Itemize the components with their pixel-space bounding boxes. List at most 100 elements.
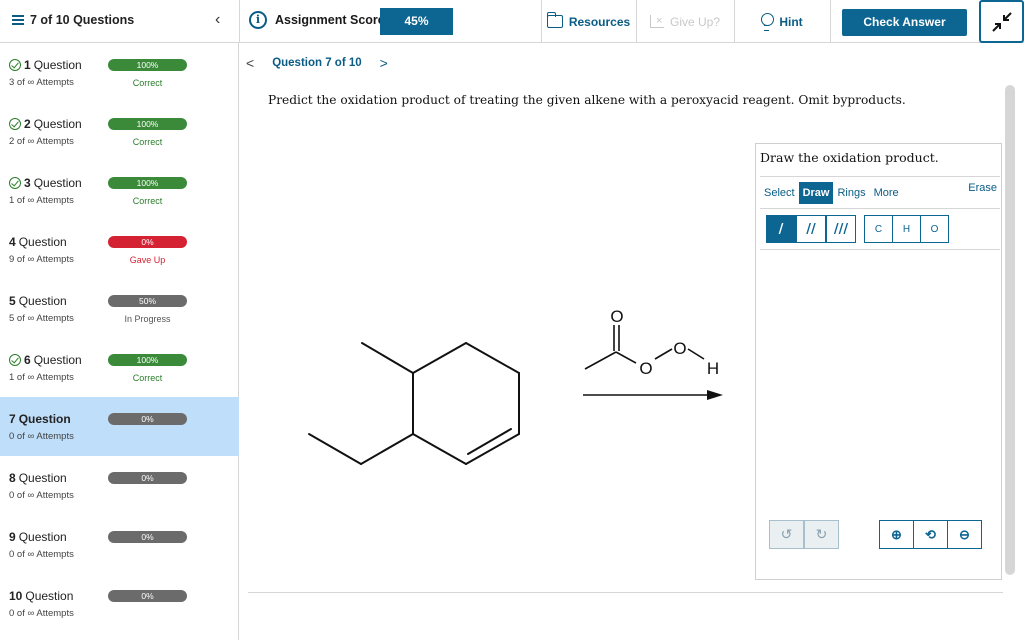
zoom-tools: ⊕ ⟲ ⊖ bbox=[879, 520, 982, 549]
question-label: Question bbox=[18, 471, 67, 485]
question-status: Correct bbox=[132, 373, 163, 383]
check-circle-icon bbox=[9, 354, 21, 366]
give-up-button[interactable]: Give Up? bbox=[636, 0, 734, 43]
question-number: 9 bbox=[9, 530, 16, 544]
question-list-toggle[interactable]: 7 of 10 Questions bbox=[12, 13, 134, 27]
question-title: 5 Question bbox=[9, 294, 67, 308]
main-content: < Question 7 of 10 > Predict the oxidati… bbox=[240, 43, 1024, 640]
sidebar-question-item[interactable]: 5 Question 5 of ∞ Attempts 50% In Progress bbox=[0, 279, 239, 338]
assignment-score: i Assignment Score: bbox=[249, 11, 389, 29]
tab-draw[interactable]: Draw bbox=[798, 181, 834, 204]
redo-icon[interactable]: ↻ bbox=[804, 520, 839, 549]
progress-label: 7 of 10 Questions bbox=[30, 13, 135, 27]
oxygen-label: O bbox=[610, 307, 623, 326]
score-bar: 50% bbox=[108, 295, 187, 307]
question-title: 8 Question bbox=[9, 471, 67, 485]
sidebar-question-item[interactable]: 9 Question 0 of ∞ Attempts 0% bbox=[0, 515, 239, 574]
question-number: 7 bbox=[9, 412, 16, 426]
question-number: 6 bbox=[24, 353, 31, 367]
question-number: 3 bbox=[24, 176, 31, 190]
oxygen-atom-button[interactable]: O bbox=[920, 215, 949, 243]
hint-button[interactable]: Hint bbox=[734, 0, 830, 43]
score-label: Assignment Score: bbox=[275, 13, 389, 27]
sidebar-question-item[interactable]: 8 Question 0 of ∞ Attempts 0% bbox=[0, 456, 239, 515]
question-title: 6 Question bbox=[9, 353, 82, 367]
check-circle-icon bbox=[9, 177, 21, 189]
check-circle-icon bbox=[9, 59, 21, 71]
zoom-in-icon[interactable]: ⊕ bbox=[879, 520, 914, 549]
attempts-count: 2 of ∞ Attempts bbox=[9, 136, 74, 147]
sidebar-question-item[interactable]: 1 Question 3 of ∞ Attempts 100% Correct bbox=[0, 43, 239, 102]
divider bbox=[830, 0, 831, 43]
sidebar-question-item[interactable]: 2 Question 2 of ∞ Attempts 100% Correct bbox=[0, 102, 239, 161]
attempts-count: 1 of ∞ Attempts bbox=[9, 195, 74, 206]
undo-icon[interactable]: ↺ bbox=[769, 520, 804, 549]
sidebar-question-item[interactable]: 4 Question 9 of ∞ Attempts 0% Gave Up bbox=[0, 220, 239, 279]
hydrogen-atom-button[interactable]: H bbox=[892, 215, 921, 243]
resources-button[interactable]: Resources bbox=[541, 0, 636, 43]
question-status: In Progress bbox=[124, 314, 171, 324]
attempts-count: 5 of ∞ Attempts bbox=[9, 313, 74, 324]
tab-rings[interactable]: Rings bbox=[833, 182, 869, 204]
double-bond-button[interactable]: // bbox=[796, 215, 826, 243]
lightbulb-icon bbox=[761, 13, 775, 31]
attempts-count: 1 of ∞ Attempts bbox=[9, 372, 74, 383]
question-number: 8 bbox=[9, 471, 16, 485]
question-label: Question bbox=[18, 412, 71, 426]
attempts-count: 0 of ∞ Attempts bbox=[9, 549, 74, 560]
info-icon[interactable]: i bbox=[249, 11, 267, 29]
scrollbar[interactable] bbox=[1005, 85, 1015, 575]
hint-label: Hint bbox=[779, 14, 803, 29]
question-number: 10 bbox=[9, 589, 23, 603]
question-title: 1 Question bbox=[9, 58, 82, 72]
attempts-count: 0 of ∞ Attempts bbox=[9, 490, 74, 501]
question-number: 2 bbox=[24, 117, 31, 131]
score-bar: 100% bbox=[108, 177, 187, 189]
tab-select[interactable]: Select bbox=[760, 182, 799, 204]
question-title: 3 Question bbox=[9, 176, 82, 190]
divider bbox=[239, 0, 240, 43]
question-label: Question bbox=[33, 117, 82, 131]
list-icon bbox=[12, 15, 24, 25]
folder-icon bbox=[546, 12, 563, 28]
sidebar-question-item[interactable]: 7 Question 0 of ∞ Attempts 0% bbox=[0, 397, 239, 456]
carbon-atom-button[interactable]: C bbox=[864, 215, 893, 243]
erase-button[interactable]: Erase bbox=[968, 182, 997, 194]
app: 7 of 10 Questions ‹ i Assignment Score: … bbox=[0, 0, 1024, 640]
check-circle-icon bbox=[9, 118, 21, 130]
bond-tools: / // /// bbox=[766, 215, 856, 243]
oxygen-label: O bbox=[673, 339, 686, 358]
reaction-scheme: O O O H bbox=[308, 307, 723, 465]
question-title: 2 Question bbox=[9, 117, 82, 131]
score-badge: 45% bbox=[380, 8, 453, 35]
tab-more[interactable]: More bbox=[870, 182, 903, 204]
question-status: Gave Up bbox=[129, 255, 166, 265]
collapse-button[interactable] bbox=[979, 0, 1024, 43]
top-bar: 7 of 10 Questions ‹ i Assignment Score: … bbox=[0, 0, 1024, 43]
question-number: 5 bbox=[9, 294, 16, 308]
hydrogen-label: H bbox=[707, 359, 719, 378]
triple-bond-button[interactable]: /// bbox=[826, 215, 856, 243]
score-bar: 100% bbox=[108, 59, 187, 71]
single-bond-button[interactable]: / bbox=[766, 215, 796, 243]
attempts-count: 9 of ∞ Attempts bbox=[9, 254, 74, 265]
question-number: 4 bbox=[9, 235, 16, 249]
zoom-out-icon[interactable]: ⊖ bbox=[947, 520, 982, 549]
check-answer-button[interactable]: Check Answer bbox=[842, 9, 967, 36]
question-title: 7 Question bbox=[9, 412, 71, 426]
question-label: Question bbox=[33, 58, 82, 72]
draw-panel-title: Draw the oxidation product. bbox=[760, 150, 939, 165]
question-label: Question bbox=[25, 589, 74, 603]
history-tools: ↺ ↻ bbox=[769, 520, 839, 549]
score-bar: 0% bbox=[108, 236, 187, 248]
sidebar-question-item[interactable]: 3 Question 1 of ∞ Attempts 100% Correct bbox=[0, 161, 239, 220]
collapse-sidebar-icon[interactable]: ‹ bbox=[215, 10, 229, 30]
sidebar-question-item[interactable]: 6 Question 1 of ∞ Attempts 100% Correct bbox=[0, 338, 239, 397]
question-title: 9 Question bbox=[9, 530, 67, 544]
attempts-count: 3 of ∞ Attempts bbox=[9, 77, 74, 88]
score-bar: 0% bbox=[108, 590, 187, 602]
sidebar-question-item[interactable]: 10 Question 0 of ∞ Attempts 0% bbox=[0, 574, 239, 633]
score-bar: 0% bbox=[108, 531, 187, 543]
question-label: Question bbox=[18, 235, 67, 249]
zoom-reset-icon[interactable]: ⟲ bbox=[913, 520, 948, 549]
